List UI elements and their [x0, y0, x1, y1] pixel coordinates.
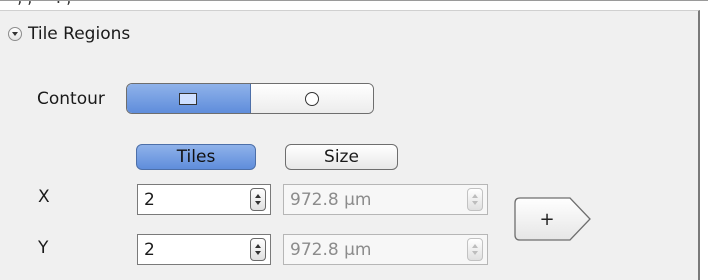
up-arrow-icon — [255, 194, 261, 198]
down-arrow-icon — [472, 251, 478, 255]
up-arrow-icon — [472, 194, 478, 198]
x-size-stepper — [467, 188, 483, 211]
section-title: Tile Regions — [28, 24, 131, 44]
section-header[interactable]: Tile Regions — [8, 22, 130, 46]
y-size-spinbox: 972.8 µm — [283, 234, 488, 265]
y-tiles-value: 2 — [144, 239, 155, 260]
circle-icon — [304, 91, 319, 106]
x-tiles-spinbox[interactable]: 2 — [137, 184, 271, 215]
contour-rectangle-button[interactable] — [127, 84, 251, 113]
collapse-arrow-icon[interactable] — [8, 27, 22, 41]
y-size-stepper — [467, 238, 483, 261]
y-label: Y — [38, 238, 49, 258]
add-button-label: + — [539, 209, 554, 230]
x-tiles-value: 2 — [144, 189, 155, 210]
contour-label: Contour — [37, 89, 105, 109]
x-tiles-stepper[interactable] — [250, 188, 266, 211]
y-tiles-spinbox[interactable]: 2 — [137, 234, 271, 265]
contour-segmented-control — [126, 83, 374, 114]
add-tile-region-button[interactable]: + — [514, 197, 592, 241]
x-size-spinbox: 972.8 µm — [283, 184, 488, 215]
tiles-mode-button[interactable]: Tiles — [136, 144, 256, 170]
size-mode-button[interactable]: Size — [285, 144, 398, 170]
x-size-value: 972.8 µm — [290, 189, 372, 210]
x-label: X — [38, 187, 50, 207]
up-arrow-icon — [255, 244, 261, 248]
down-arrow-icon — [255, 251, 261, 255]
rectangle-icon — [179, 92, 198, 105]
y-size-value: 972.8 µm — [290, 239, 372, 260]
down-arrow-icon — [255, 201, 261, 205]
contour-circle-button[interactable] — [250, 84, 373, 113]
up-arrow-icon — [472, 244, 478, 248]
down-arrow-icon — [472, 201, 478, 205]
y-tiles-stepper[interactable] — [250, 238, 266, 261]
